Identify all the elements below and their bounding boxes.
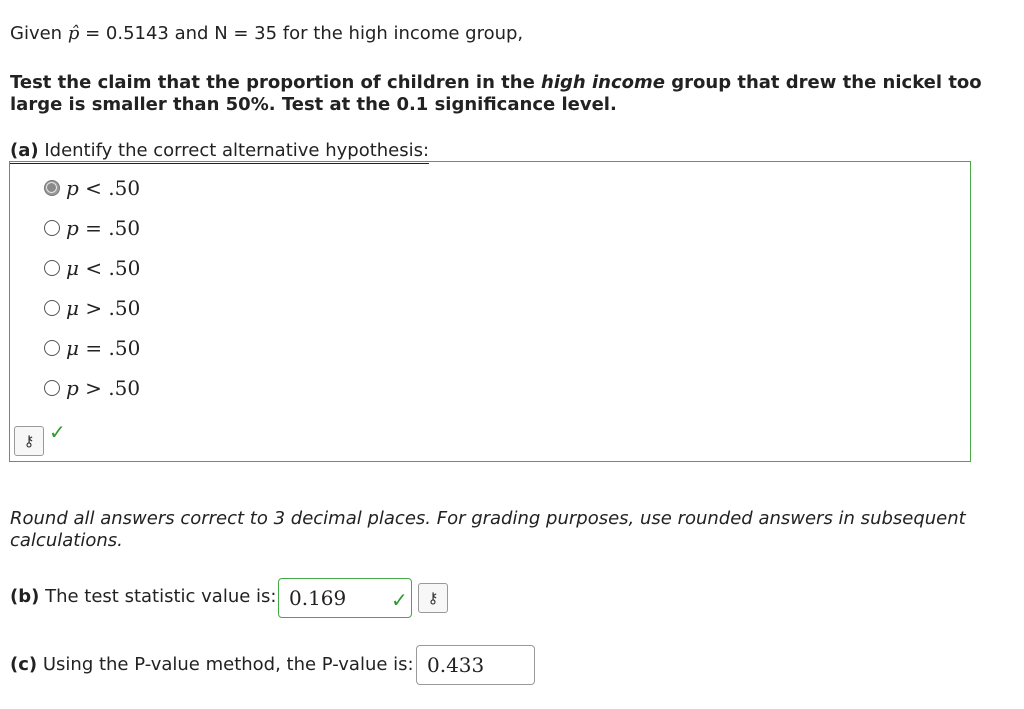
part-c-question: Using the P-value method, the P-value is…: [42, 654, 414, 675]
claim-emphasis: high income: [541, 72, 665, 93]
choice-option-4[interactable]: μ > .50: [44, 295, 140, 321]
rounding-note: Round all answers correct to 3 decimal p…: [10, 508, 966, 551]
part-b-heading: (b) The test statistic value is:: [10, 586, 276, 608]
radio-button-selected[interactable]: [44, 180, 60, 196]
choice-option-5[interactable]: μ = .50: [44, 335, 140, 361]
check-icon: ✓: [391, 588, 408, 612]
choice-label: μ > .50: [66, 296, 141, 320]
choice-label: p = .50: [66, 216, 141, 240]
hypothesis-choice-box: p < .50 p = .50 μ < .50 μ > .50 μ = .50 …: [9, 161, 971, 462]
radio-button[interactable]: [44, 300, 60, 316]
part-c-heading: (c) Using the P-value method, the P-valu…: [10, 654, 414, 676]
choice-label: μ = .50: [66, 336, 141, 360]
test-statistic-value: 0.169: [289, 586, 347, 610]
choice-option-6[interactable]: p > .50: [44, 375, 140, 401]
p-hat-symbol: p̂: [67, 23, 80, 44]
claim-part1: Test the claim that the proportion of ch…: [10, 72, 542, 93]
radio-button[interactable]: [44, 340, 60, 356]
choice-label: p > .50: [66, 376, 141, 400]
given-prefix: Given: [10, 23, 63, 44]
test-statistic-input[interactable]: 0.169 ✓: [278, 578, 412, 618]
radio-button[interactable]: [44, 380, 60, 396]
choice-option-1[interactable]: p < .50: [44, 175, 140, 201]
choice-option-3[interactable]: μ < .50: [44, 255, 140, 281]
choice-label: p < .50: [66, 176, 141, 200]
choice-label: μ < .50: [66, 256, 141, 280]
given-statement: Given p̂ = 0.5143 and N = 35 for the hig…: [10, 23, 523, 45]
key-icon: ⚷: [427, 589, 439, 607]
radio-button[interactable]: [44, 220, 60, 236]
choice-option-2[interactable]: p = .50: [44, 215, 140, 241]
part-a-label: (a): [10, 140, 39, 161]
part-b-question: The test statistic value is:: [45, 586, 277, 607]
given-rest: = 0.5143 and N = 35 for the high income …: [85, 23, 524, 44]
p-value-input[interactable]: 0.433: [416, 645, 535, 685]
key-icon-button[interactable]: ⚷: [14, 426, 44, 456]
key-icon-button[interactable]: ⚷: [418, 583, 448, 613]
radio-button[interactable]: [44, 260, 60, 276]
claim-statement: Test the claim that the proportion of ch…: [10, 72, 1000, 116]
part-a-question: Identify the correct alternative hypothe…: [44, 140, 430, 161]
part-b-label: (b): [10, 586, 40, 607]
p-value-value: 0.433: [427, 653, 485, 677]
part-c-label: (c): [10, 654, 38, 675]
key-icon: ⚷: [23, 432, 35, 450]
check-icon: ✓: [49, 420, 66, 444]
